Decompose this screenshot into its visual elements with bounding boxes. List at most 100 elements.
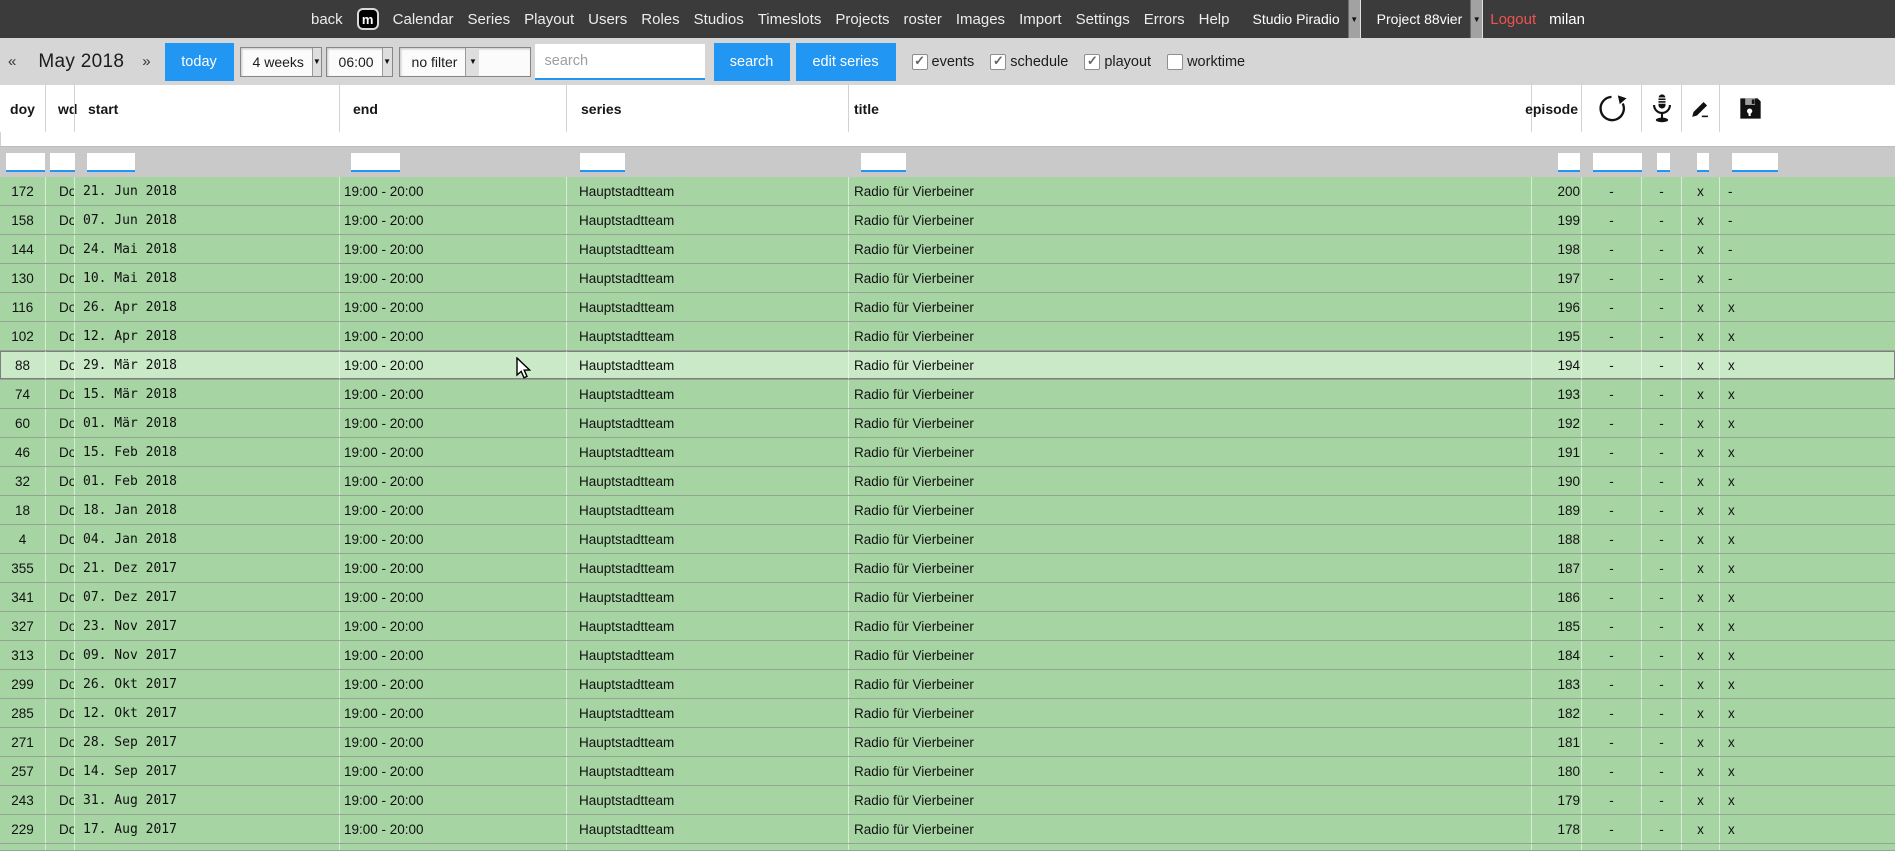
column-header-wd[interactable]: wd [45, 85, 74, 132]
column-header-preproduced[interactable] [1681, 85, 1719, 132]
filter-end-input[interactable] [351, 153, 400, 172]
menu-item-back[interactable]: back [304, 11, 350, 28]
time-select[interactable]: 06:00 ▼ [326, 47, 393, 77]
menu-item-timeslots[interactable]: Timeslots [751, 11, 829, 28]
menu-item-playout[interactable]: Playout [517, 11, 581, 28]
project-select[interactable]: Project 88vier ▼ [1367, 0, 1484, 38]
edit-series-button[interactable]: edit series [796, 43, 896, 81]
cell-live-flag: - [1641, 815, 1681, 843]
menu-item-roles[interactable]: Roles [634, 11, 686, 28]
table-row[interactable]: 102 Do, 12. Apr 2018 19:00 - 20:00 Haupt… [0, 322, 1895, 351]
cell-title: Radio für Vierbeiner [848, 467, 1531, 495]
table-row[interactable]: 130 Do, 10. Mai 2018 19:00 - 20:00 Haupt… [0, 264, 1895, 293]
menu-item-series[interactable]: Series [461, 11, 518, 28]
filter-select[interactable]: no filter ▼ [399, 47, 531, 77]
table-row[interactable]: 144 Do, 24. Mai 2018 19:00 - 20:00 Haupt… [0, 235, 1895, 264]
menu-item-settings[interactable]: Settings [1069, 11, 1137, 28]
logout-button[interactable]: Logout [1483, 11, 1543, 28]
table-row[interactable]: 46 Do, 15. Feb 2018 19:00 - 20:00 Haupts… [0, 438, 1895, 467]
menu-item-roster[interactable]: roster [897, 11, 949, 28]
chevron-down-icon[interactable]: ▼ [382, 48, 392, 76]
table-row[interactable]: 299 Do, 26. Okt 2017 19:00 - 20:00 Haupt… [0, 670, 1895, 699]
chevron-down-icon[interactable]: ▼ [312, 48, 321, 76]
checkbox-box[interactable]: ✓ [1084, 54, 1100, 70]
checkbox-worktime[interactable]: ✓ worktime [1167, 54, 1245, 70]
cell-preproduced-flag: x [1681, 815, 1719, 843]
previous-month-button[interactable]: « [8, 53, 16, 70]
checkbox-box[interactable]: ✓ [990, 54, 1006, 70]
cell-start-date: 26. Okt 2017 [74, 670, 339, 698]
table-row[interactable]: 88 Do, 29. Mär 2018 19:00 - 20:00 Haupts… [0, 351, 1895, 380]
table-row[interactable]: 172 Do, 21. Jun 2018 19:00 - 20:00 Haupt… [0, 177, 1895, 206]
table-row[interactable]: 158 Do, 07. Jun 2018 19:00 - 20:00 Haupt… [0, 206, 1895, 235]
menu-item-projects[interactable]: Projects [828, 11, 896, 28]
table-row[interactable]: 355 Do, 21. Dez 2017 19:00 - 20:00 Haupt… [0, 554, 1895, 583]
app-logo-icon[interactable]: m [357, 8, 379, 30]
column-header-repeat[interactable] [1581, 85, 1641, 132]
filter-wd-input[interactable] [50, 153, 75, 172]
table-row[interactable]: 116 Do, 26. Apr 2018 19:00 - 20:00 Haupt… [0, 293, 1895, 322]
search-button[interactable]: search [714, 43, 790, 81]
chevron-down-icon[interactable]: ▼ [1348, 0, 1360, 38]
menu-item-images[interactable]: Images [949, 11, 1012, 28]
cell-preproduced-flag: x [1681, 757, 1719, 785]
table-row[interactable]: 18 Do, 18. Jan 2018 19:00 - 20:00 Haupts… [0, 496, 1895, 525]
today-button[interactable]: today [165, 43, 234, 81]
table-row[interactable]: 60 Do, 01. Mär 2018 19:00 - 20:00 Haupts… [0, 409, 1895, 438]
chevron-down-icon[interactable]: ▼ [1470, 0, 1482, 38]
cell-live-flag: - [1641, 438, 1681, 466]
column-header-end[interactable]: end [339, 85, 566, 132]
menu-item-import[interactable]: Import [1012, 11, 1069, 28]
menu-item-calendar[interactable]: Calendar [386, 11, 461, 28]
column-header-live[interactable] [1641, 85, 1681, 132]
cell-archived-flag: x [1719, 670, 1895, 698]
table-row[interactable]: 327 Do, 23. Nov 2017 19:00 - 20:00 Haupt… [0, 612, 1895, 641]
table-row[interactable]: 4 Do, 04. Jan 2018 19:00 - 20:00 Hauptst… [0, 525, 1895, 554]
checkbox-events[interactable]: ✓ events [912, 54, 975, 70]
column-header-series[interactable]: series [566, 85, 848, 132]
filter-title-input[interactable] [861, 153, 906, 172]
table-row[interactable]: 285 Do, 12. Okt 2017 19:00 - 20:00 Haupt… [0, 699, 1895, 728]
column-header-archived[interactable] [1719, 85, 1895, 132]
table-row[interactable]: 271 Do, 28. Sep 2017 19:00 - 20:00 Haupt… [0, 728, 1895, 757]
table-row[interactable]: 257 Do, 14. Sep 2017 19:00 - 20:00 Haupt… [0, 757, 1895, 786]
filter-start-input[interactable] [87, 153, 135, 172]
next-month-button[interactable]: » [142, 53, 150, 70]
checkbox-playout[interactable]: ✓ playout [1084, 54, 1151, 70]
filter-preproduced-input[interactable] [1697, 153, 1709, 172]
menu-item-errors[interactable]: Errors [1137, 11, 1192, 28]
cell-title: Radio für Vierbeiner [848, 757, 1531, 785]
filter-doy-input[interactable] [6, 153, 45, 172]
cell-live-flag: - [1641, 525, 1681, 553]
table-row[interactable]: 32 Do, 01. Feb 2018 19:00 - 20:00 Haupts… [0, 467, 1895, 496]
filter-episode-input[interactable] [1558, 153, 1580, 172]
checkbox-box[interactable]: ✓ [1167, 54, 1183, 70]
filter-series-input[interactable] [580, 153, 625, 172]
table-row[interactable]: 74 Do, 15. Mär 2018 19:00 - 20:00 Haupts… [0, 380, 1895, 409]
chevron-down-icon[interactable]: ▼ [465, 48, 479, 76]
checkbox-box[interactable]: ✓ [912, 54, 928, 70]
menu-item-users[interactable]: Users [581, 11, 634, 28]
cell-preproduced-flag: x [1681, 612, 1719, 640]
menu-item-studios[interactable]: Studios [687, 11, 751, 28]
filter-live-input[interactable] [1657, 153, 1670, 172]
column-header-start[interactable]: start [74, 85, 339, 132]
table-row[interactable]: 229 Do, 17. Aug 2017 19:00 - 20:00 Haupt… [0, 815, 1895, 844]
column-header-doy[interactable]: doy [0, 85, 45, 132]
cell-preproduced-flag: x [1681, 380, 1719, 408]
studio-select[interactable]: Studio Piradio ▼ [1242, 0, 1360, 38]
table-row-partial[interactable] [0, 844, 1895, 851]
column-header-episode[interactable]: episode [1531, 85, 1581, 132]
table-row[interactable]: 243 Do, 31. Aug 2017 19:00 - 20:00 Haupt… [0, 786, 1895, 815]
range-select[interactable]: 4 weeks ▼ [240, 47, 322, 77]
table-row[interactable]: 313 Do, 09. Nov 2017 19:00 - 20:00 Haupt… [0, 641, 1895, 670]
cell-doy: 4 [0, 525, 45, 553]
filter-repeat-input[interactable] [1593, 153, 1642, 172]
filter-archived-input[interactable] [1732, 153, 1778, 172]
search-input[interactable] [535, 44, 705, 80]
table-row[interactable]: 341 Do, 07. Dez 2017 19:00 - 20:00 Haupt… [0, 583, 1895, 612]
cell-episode: 189 [1531, 496, 1581, 524]
checkbox-schedule[interactable]: ✓ schedule [990, 54, 1068, 70]
menu-item-help[interactable]: Help [1192, 11, 1237, 28]
column-header-title[interactable]: title [848, 85, 1531, 132]
